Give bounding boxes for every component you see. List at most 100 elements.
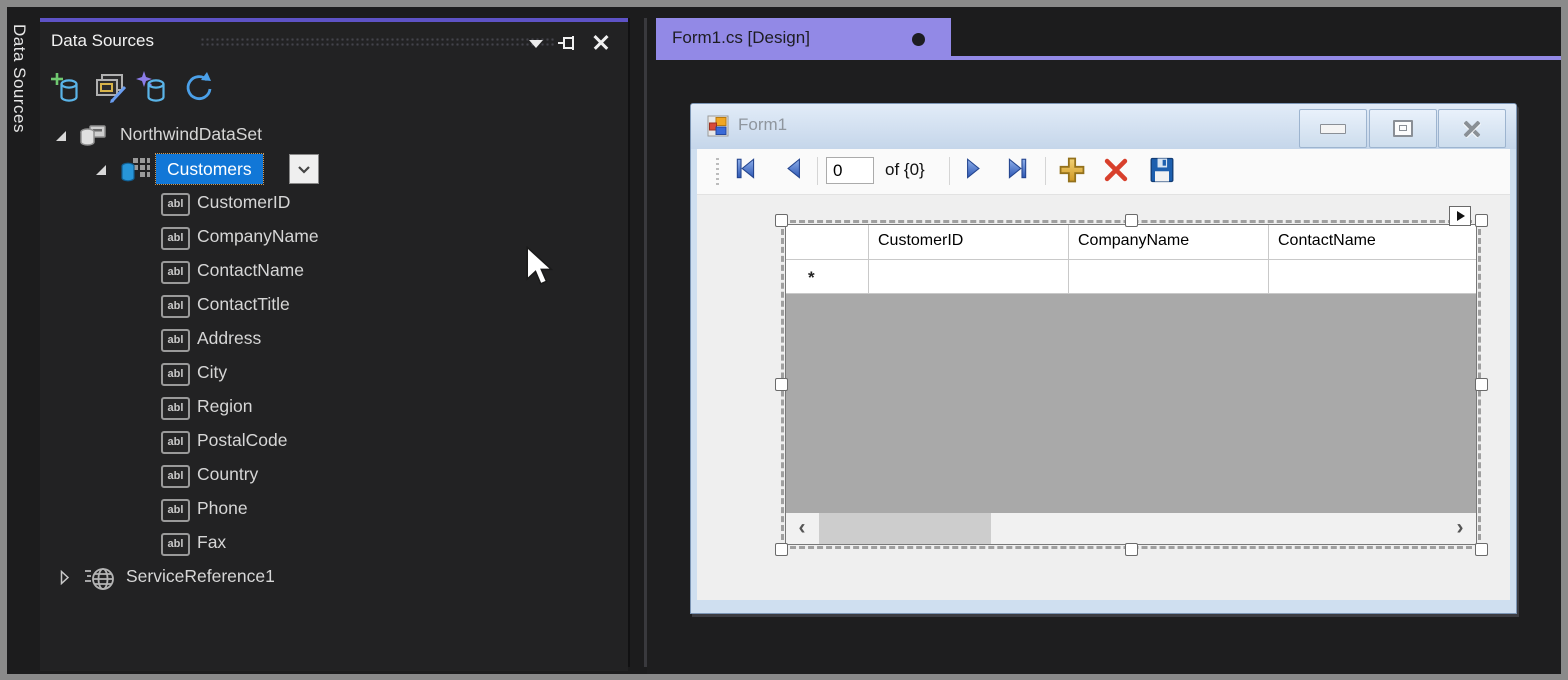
rail-tab-label: Data Sources <box>10 24 29 133</box>
tree-field-item[interactable]: abl Phone <box>40 493 628 527</box>
tree-item-customers[interactable]: Customers <box>40 153 628 187</box>
tree-item-service-reference[interactable]: ServiceReference1 <box>40 561 628 595</box>
delete-button[interactable] <box>1102 156 1132 186</box>
grid-empty-cell[interactable] <box>1069 260 1269 293</box>
string-field-icon: abl <box>161 533 190 556</box>
form-title-bar[interactable]: Form1 <box>691 104 1516 149</box>
close-icon <box>1439 110 1505 147</box>
add-new-button[interactable] <box>1058 156 1088 186</box>
edit-dataset-button[interactable] <box>92 70 130 108</box>
panel-menu-button[interactable] <box>524 32 548 54</box>
tree-field-item[interactable]: abl Fax <box>40 527 628 561</box>
tree-field-label: Fax <box>197 532 227 552</box>
tab-form1-design[interactable]: Form1.cs [Design] <box>656 18 951 60</box>
grid-column-header[interactable]: CustomerID <box>869 225 1069 259</box>
panel-pin-button[interactable] <box>556 33 580 55</box>
active-tab-underline <box>951 56 1561 60</box>
move-previous-button[interactable] <box>781 156 811 186</box>
resize-handle-top-middle[interactable] <box>1125 214 1138 227</box>
move-last-button[interactable] <box>1004 156 1034 186</box>
tree-field-item[interactable]: abl PostalCode <box>40 425 628 459</box>
edit-dataset-designer-icon <box>96 74 127 103</box>
tree-field-label: Phone <box>197 498 248 518</box>
tree-field-item[interactable]: abl City <box>40 357 628 391</box>
data-sources-panel-header: Data Sources <box>40 22 628 62</box>
form-close-button[interactable] <box>1438 109 1506 148</box>
tree-field-label: PostalCode <box>197 430 288 450</box>
toolstrip-separator <box>1045 157 1046 185</box>
tree-label-service-reference: ServiceReference1 <box>126 566 275 586</box>
tree-item-dataset[interactable]: NorthwindDataSet <box>40 119 628 153</box>
vs-ide-screenshot: Data Sources Data Sources NorthwindDataS… <box>0 0 1568 680</box>
grid-header-row: CustomerID CompanyName ContactName <box>786 225 1476 260</box>
tree-field-item[interactable]: abl ContactTitle <box>40 289 628 323</box>
new-row-marker: * <box>786 260 869 293</box>
expanded-arrow-icon[interactable] <box>56 131 66 141</box>
expanded-arrow-icon[interactable] <box>96 165 106 175</box>
grid-empty-cell[interactable] <box>869 260 1069 293</box>
collapsed-arrow-icon[interactable] <box>60 570 70 585</box>
tree-field-item[interactable]: abl Region <box>40 391 628 425</box>
delete-icon <box>1104 158 1128 182</box>
refresh-icon <box>186 72 212 101</box>
resize-handle-bottom-middle[interactable] <box>1125 543 1138 556</box>
toolstrip-separator <box>817 157 818 185</box>
configure-wizard-button[interactable] <box>136 70 174 108</box>
resize-handle-bottom-right[interactable] <box>1475 543 1488 556</box>
tree-field-item[interactable]: abl CompanyName <box>40 221 628 255</box>
string-field-icon: abl <box>161 329 190 352</box>
tree-label-customers-selected[interactable]: Customers <box>155 153 264 185</box>
resize-handle-middle-right[interactable] <box>1475 378 1488 391</box>
panel-close-button[interactable] <box>590 32 614 54</box>
resize-handle-middle-left[interactable] <box>775 378 788 391</box>
string-field-icon: abl <box>161 397 190 420</box>
tree-field-label: ContactTitle <box>197 294 290 314</box>
grid-horizontal-scrollbar[interactable]: ‹ › <box>786 513 1476 544</box>
add-data-source-button[interactable] <box>50 70 88 108</box>
grid-corner-cell[interactable] <box>786 225 869 259</box>
rail-tab-data-sources[interactable]: Data Sources <box>2 20 40 170</box>
grid-new-row[interactable]: * <box>786 260 1476 294</box>
close-icon <box>590 32 614 54</box>
toolstrip-grip[interactable] <box>716 158 719 185</box>
tab-label: Form1.cs [Design] <box>672 28 810 47</box>
unsaved-changes-dot-icon[interactable] <box>912 33 925 46</box>
count-label: of {0} <box>885 160 925 179</box>
panel-drag-grip[interactable] <box>200 37 555 48</box>
grid-empty-cell[interactable] <box>1269 260 1476 293</box>
string-field-icon: abl <box>161 431 190 454</box>
tree-field-label: CustomerID <box>197 192 291 212</box>
form-minimize-button[interactable] <box>1299 109 1367 148</box>
scroll-left-arrow[interactable]: ‹ <box>788 514 816 543</box>
chevron-down-icon <box>529 40 543 48</box>
resize-handle-top-left[interactable] <box>775 214 788 227</box>
datagridview-customers[interactable]: CustomerID CompanyName ContactName * ‹ › <box>785 224 1477 545</box>
grid-column-header[interactable]: ContactName <box>1269 225 1476 259</box>
position-input[interactable] <box>826 157 874 184</box>
scrollbar-thumb[interactable] <box>819 513 991 544</box>
string-field-icon: abl <box>161 499 190 522</box>
tree-label-dataset: NorthwindDataSet <box>120 124 263 144</box>
form1-design-window[interactable]: Form1 0 of {0} CustomerID CompanyName Co… <box>690 103 1517 614</box>
save-button[interactable] <box>1148 156 1178 186</box>
customers-dropdown-button[interactable] <box>289 154 319 184</box>
tree-field-item[interactable]: abl Country <box>40 459 628 493</box>
grid-column-header[interactable]: CompanyName <box>1069 225 1269 259</box>
tree-field-item[interactable]: abl Address <box>40 323 628 357</box>
tree-field-item[interactable]: abl CustomerID <box>40 187 628 221</box>
add-data-source-icon <box>51 73 78 102</box>
tree-field-item[interactable]: abl ContactName <box>40 255 628 289</box>
refresh-button[interactable] <box>180 70 218 108</box>
move-next-button[interactable] <box>960 156 990 186</box>
resize-handle-top-right[interactable] <box>1475 214 1488 227</box>
grid-smart-tag-button[interactable] <box>1449 206 1471 226</box>
resize-handle-bottom-left[interactable] <box>775 543 788 556</box>
chevron-down-icon <box>298 166 310 174</box>
form-title-text: Form1 <box>738 115 788 134</box>
add-new-icon <box>1059 157 1085 183</box>
form-maximize-button[interactable] <box>1369 109 1437 148</box>
scroll-right-arrow[interactable]: › <box>1446 514 1474 543</box>
maximize-icon <box>1393 120 1413 137</box>
move-first-button[interactable] <box>733 156 763 186</box>
binding-navigator: of {0} <box>697 149 1510 195</box>
